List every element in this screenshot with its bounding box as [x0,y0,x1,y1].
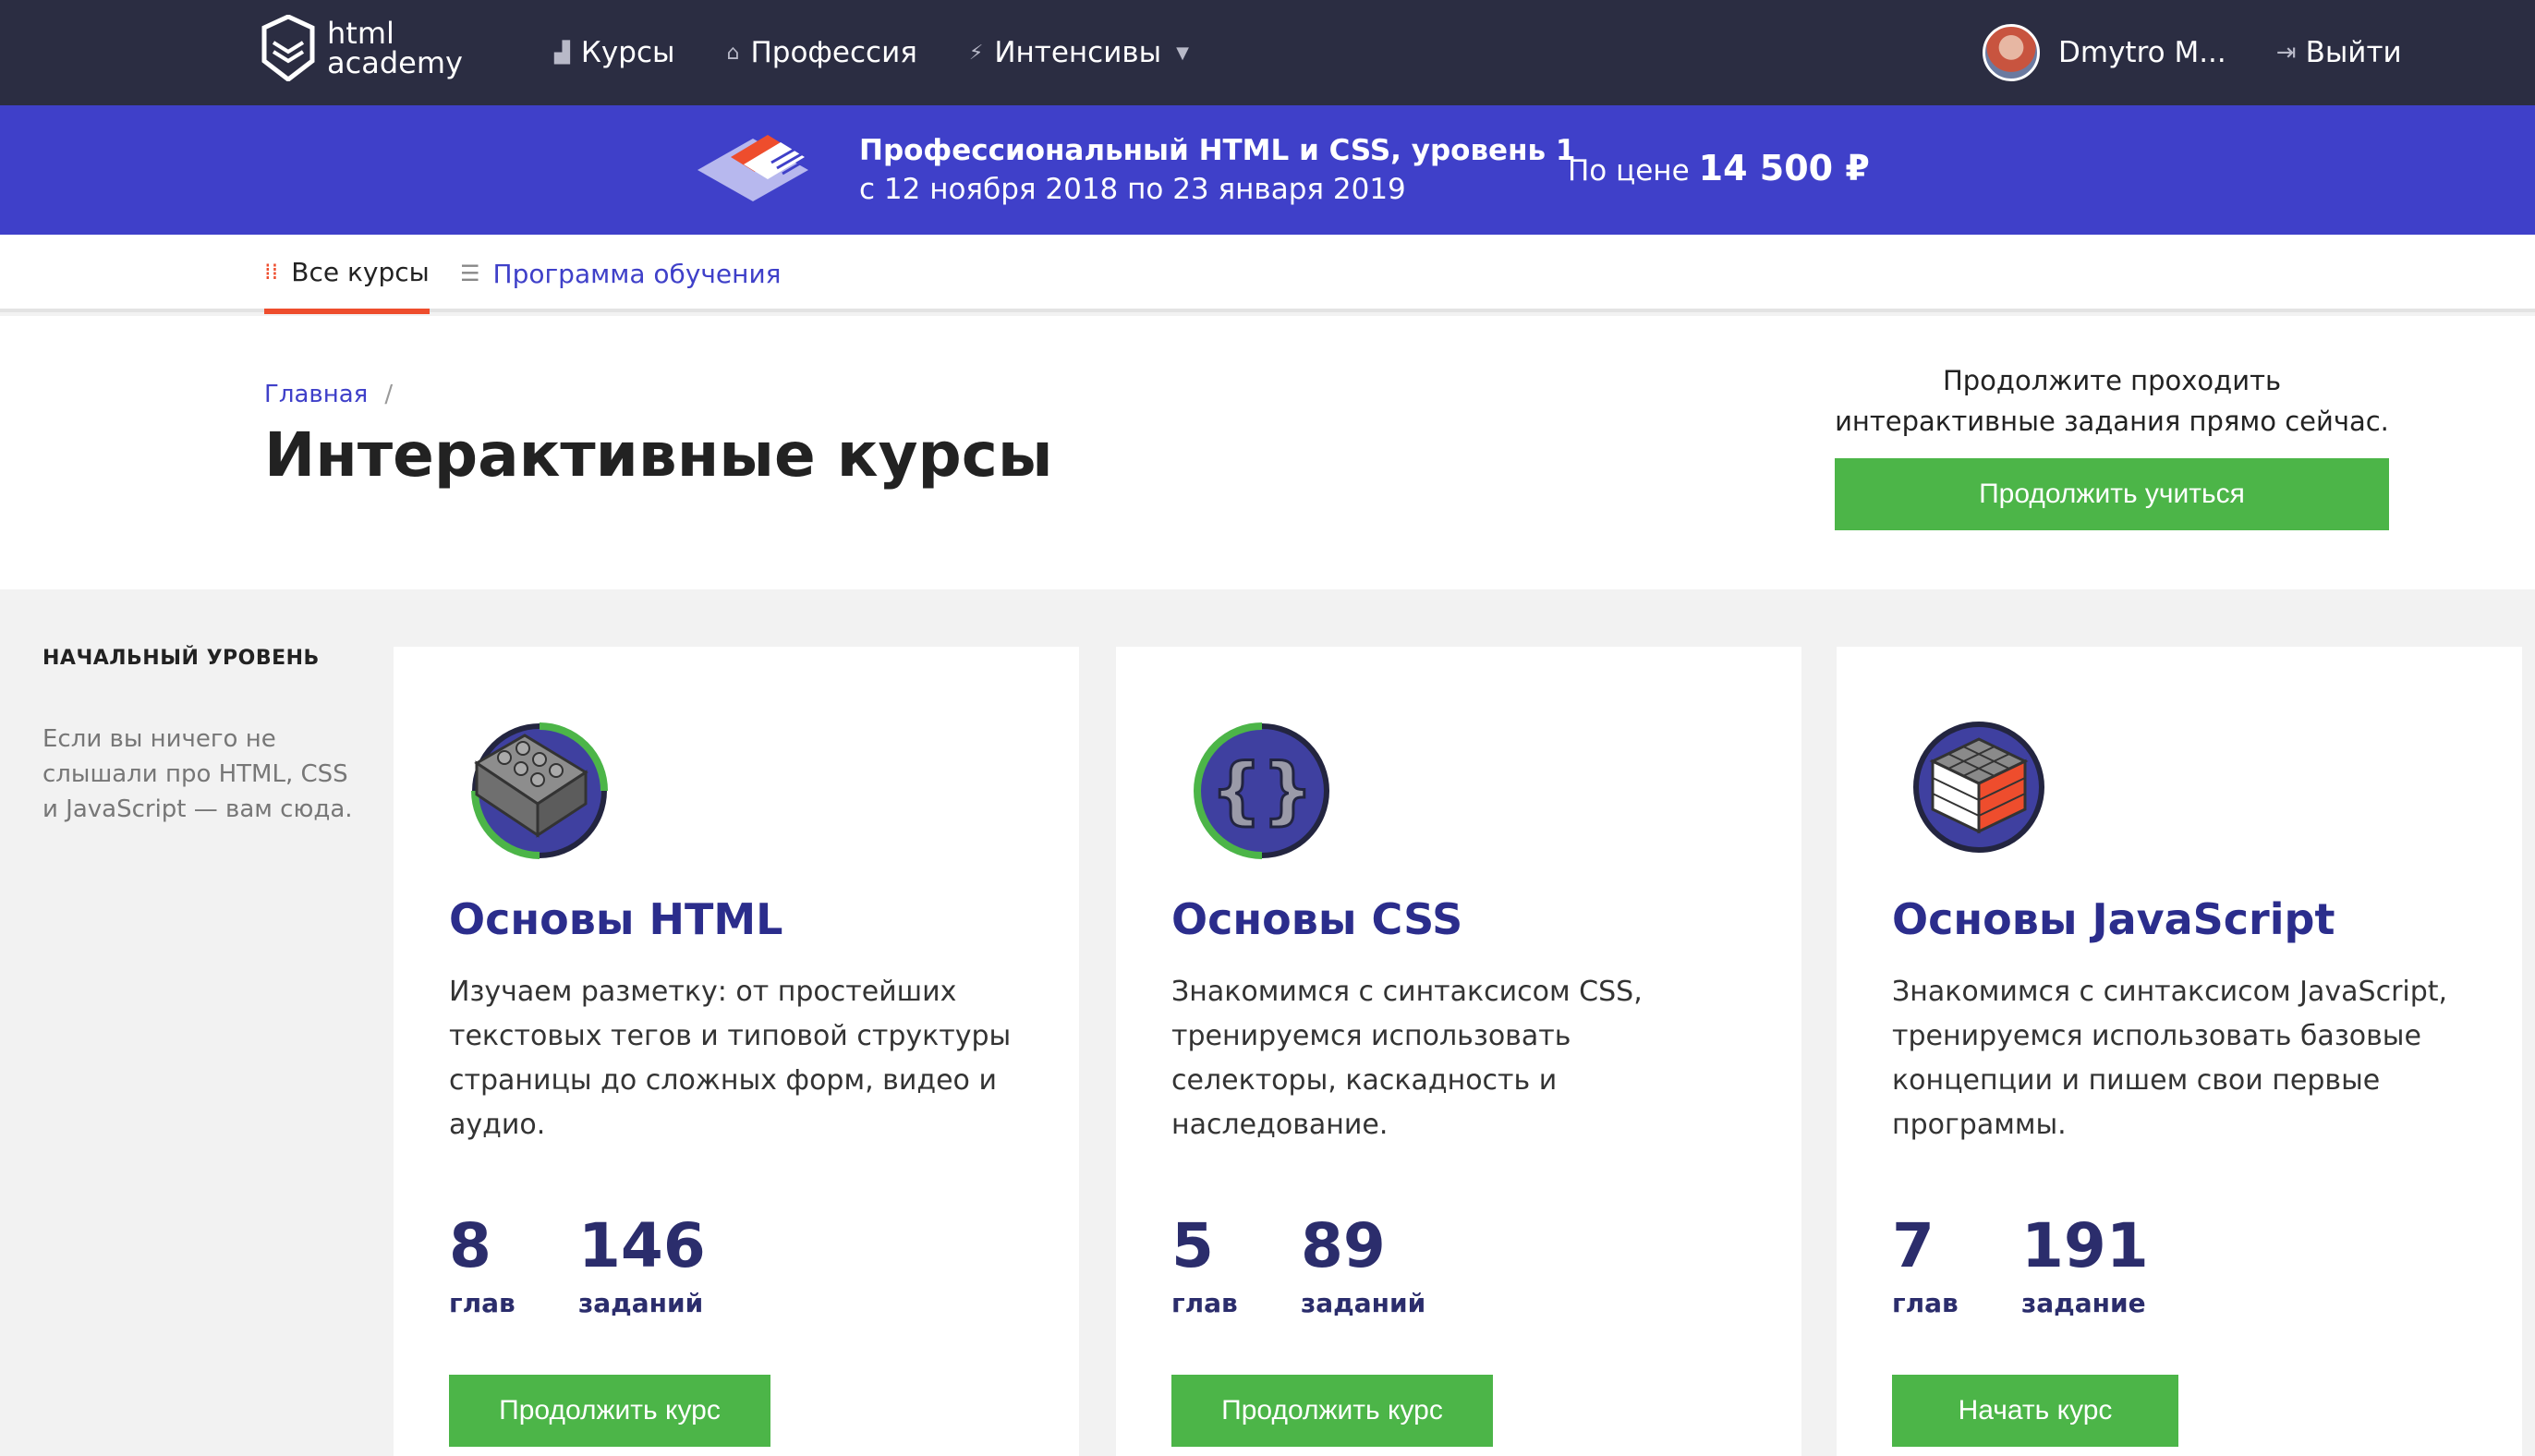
tasks-count: 191 [2021,1210,2149,1281]
logout-label: Выйти [2305,36,2402,69]
nav-intensives-label: Интенсивы [994,36,1162,69]
page-header: Главная / Интерактивные курсы Продолжите … [0,316,2535,589]
course-description: Знакомимся с синтаксисом JavaScript, тре… [1892,976,2448,1141]
chapters-stat: 7 глав [1892,1210,1959,1318]
top-navbar: html academy ▟ Курсы ⌂ Профессия ⚡ Интен… [0,0,2535,105]
promo-price-value: 14 500 ₽ [1698,148,1870,188]
promo-dates: с 12 ноября 2018 по 23 января 2019 [859,173,1406,206]
logo[interactable]: html academy [261,15,463,81]
course-title[interactable]: Основы JavaScript [1892,894,2335,944]
course-card-html: Основы HTML Изучаем разметку: от простей… [394,647,1079,1456]
promo-title: Профессиональный HTML и CSS, уровень 1 [859,134,1576,167]
user-area: Dmytro M... ⇥ Выйти [1983,0,2402,105]
tasks-stat: 191 задание [2021,1210,2149,1318]
start-course-button[interactable]: Начать курс [1892,1375,2178,1447]
breadcrumb-home-link[interactable]: Главная [264,381,368,408]
tasks-label: задание [2021,1288,2146,1318]
sub-navigation: ⁞⁞ Все курсы ☰ Программа обучения [0,235,2535,314]
continue-course-button[interactable]: Продолжить курс [1171,1375,1493,1447]
main-nav: ▟ Курсы ⌂ Профессия ⚡ Интенсивы ▼ [554,0,1241,105]
continue-course-button[interactable]: Продолжить курс [449,1375,770,1447]
list-icon: ☰ [460,261,480,286]
tab-program[interactable]: ☰ Программа обучения [460,235,782,312]
chapters-stat: 5 глав [1171,1210,1238,1318]
course-description: Знакомимся с синтаксисом CSS, тренируемс… [1171,976,1643,1141]
tab-program-label: Программа обучения [492,258,782,289]
logout-button[interactable]: ⇥ Выйти [2276,36,2402,69]
nav-courses[interactable]: ▟ Курсы [554,36,674,69]
course-title[interactable]: Основы HTML [449,894,782,944]
lightning-icon: ⚡ [968,41,984,65]
nav-intensives[interactable]: ⚡ Интенсивы ▼ [969,36,1189,69]
chapters-count: 8 [449,1210,491,1281]
course-title[interactable]: Основы CSS [1171,894,1462,944]
continue-box: Продолжите проходить интерактивные задан… [1835,360,2389,530]
lego-brick-icon [471,722,608,859]
chapters-count: 7 [1892,1210,1935,1281]
continue-text: Продолжите проходить интерактивные задан… [1835,365,2389,437]
course-description: Изучаем разметку: от простейших текстовы… [449,976,1012,1141]
promo-price: По цене 14 500 ₽ [1568,148,1870,188]
nav-profession-label: Профессия [750,36,917,69]
avatar[interactable] [1983,24,2040,81]
chapters-stat: 8 глав [449,1210,515,1318]
breadcrumb: Главная / [264,381,393,408]
course-card-javascript: Основы JavaScript Знакомимся с синтаксис… [1837,647,2522,1456]
chapters-label: глав [449,1288,515,1318]
chevron-down-icon: ▼ [1176,42,1189,63]
course-card-css: {} Основы CSS Знакомимся с синтаксисом C… [1116,647,1801,1456]
nav-courses-label: Курсы [580,36,675,69]
tasks-stat: 146 заданий [578,1210,706,1318]
tasks-stat: 89 заданий [1301,1210,1425,1318]
tasks-label: заданий [578,1288,704,1318]
bar-chart-icon: ▟ [554,41,570,65]
logo-text-line2: academy [327,45,463,80]
tab-all-courses-label: Все курсы [291,256,430,287]
logo-text-line1: html [327,16,394,51]
promo-price-prefix: По цене [1568,154,1690,188]
chapters-count: 5 [1171,1210,1214,1281]
tasks-label: заданий [1301,1288,1426,1318]
breadcrumb-separator: / [384,381,394,408]
logout-icon: ⇥ [2275,39,2297,67]
continue-learning-button[interactable]: Продолжить учиться [1835,458,2389,530]
tasks-count: 89 [1301,1210,1386,1281]
promo-illustration-icon [697,135,808,201]
page-title: Интерактивные курсы [264,419,1053,491]
graduation-cap-icon: ⌂ [726,41,740,65]
grid-dots-icon: ⁞⁞ [264,259,279,285]
academy-logo-icon [261,15,315,81]
level-sidebar: НАЧАЛЬНЫЙ УРОВЕНЬ Если вы ничего не слыш… [42,647,357,827]
promo-banner[interactable]: Профессиональный HTML и CSS, уровень 1 с… [0,105,2535,235]
nav-profession[interactable]: ⌂ Профессия [726,36,916,69]
chapters-label: глав [1892,1288,1959,1318]
tab-all-courses[interactable]: ⁞⁞ Все курсы [264,235,430,314]
rubik-cube-icon [1913,722,2044,853]
level-description: Если вы ничего не слышали про HTML, CSS … [42,725,353,823]
user-name[interactable]: Dmytro M... [2058,36,2226,69]
svg-text:{}: {} [1210,749,1313,832]
tasks-count: 146 [578,1210,706,1281]
chapters-label: глав [1171,1288,1238,1318]
level-title: НАЧАЛЬНЫЙ УРОВЕНЬ [42,647,320,670]
curly-braces-icon: {} [1193,722,1329,859]
